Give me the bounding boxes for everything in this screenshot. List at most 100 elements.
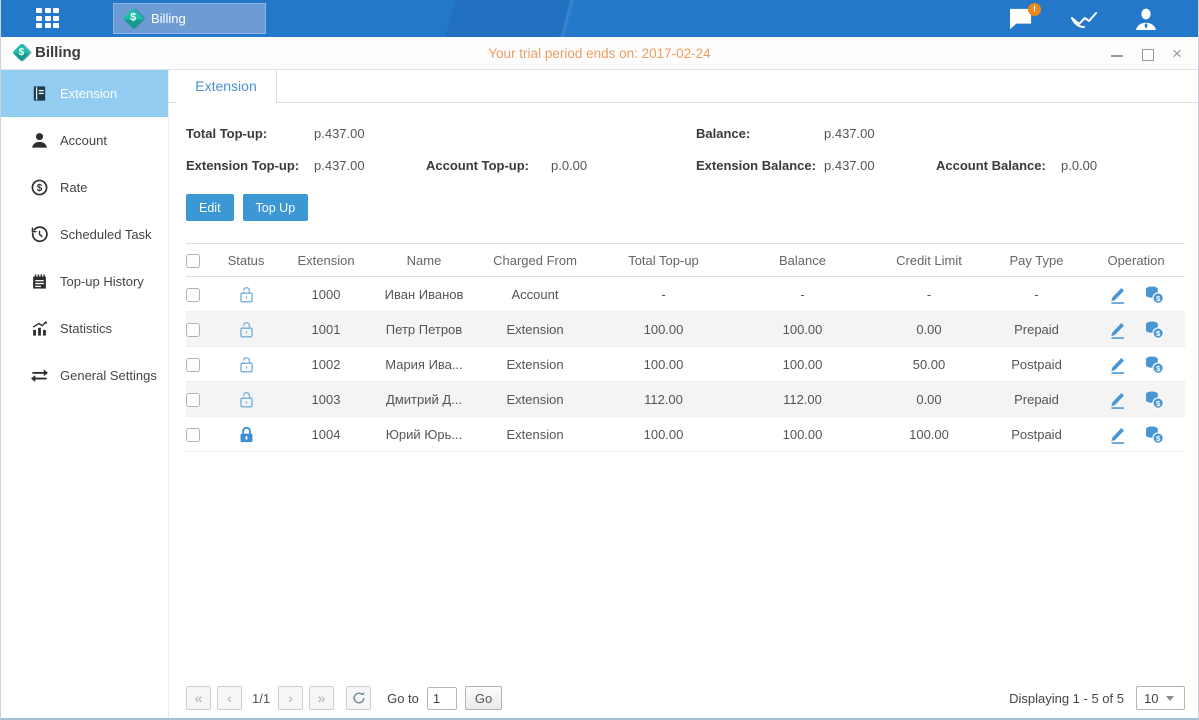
cell-name: Петр Петров [372, 312, 476, 347]
statistics-chart-icon[interactable] [1071, 8, 1097, 30]
extension-table: Status Extension Name Charged From Total… [186, 243, 1185, 452]
cell-pay-type: Postpaid [986, 347, 1087, 382]
top-up-row-icon[interactable]: $ [1145, 355, 1164, 374]
refresh-button[interactable] [346, 686, 371, 710]
messages-icon[interactable]: ! [1008, 8, 1034, 30]
status-lock-icon [212, 390, 280, 409]
table-header-row: Status Extension Name Charged From Total… [186, 244, 1185, 277]
col-credit-limit: Credit Limit [872, 244, 986, 277]
top-up-row-icon[interactable]: $ [1145, 320, 1164, 339]
cell-charged-from: Extension [476, 312, 594, 347]
billing-app-tab[interactable]: $ Billing [113, 3, 266, 34]
cell-extension: 1001 [280, 312, 372, 347]
cell-credit-limit: 50.00 [872, 347, 986, 382]
cell-credit-limit: 0.00 [872, 382, 986, 417]
col-extension: Extension [280, 244, 372, 277]
account-balance-value: p.0.00 [1061, 158, 1173, 173]
edit-row-icon[interactable] [1108, 390, 1127, 409]
edit-row-icon[interactable] [1108, 285, 1127, 304]
edit-row-icon[interactable] [1108, 355, 1127, 374]
prev-page-button[interactable]: ‹ [217, 686, 242, 710]
sidebar-item-account[interactable]: Account [1, 117, 168, 164]
top-up-row-icon[interactable]: $ [1145, 390, 1164, 409]
tab-extension[interactable]: Extension [176, 70, 277, 103]
top-up-row-icon[interactable]: $ [1145, 285, 1164, 304]
sidebar-item-label: Extension [60, 86, 117, 101]
table-row: 1002 Мария Ива... Extension 100.00 100.0… [186, 347, 1185, 382]
cell-balance: 100.00 [733, 347, 872, 382]
displaying-text: Displaying 1 - 5 of 5 [1009, 691, 1124, 706]
cell-credit-limit: 100.00 [872, 417, 986, 452]
svg-text:$: $ [1156, 398, 1161, 407]
top-up-button[interactable]: Top Up [243, 194, 309, 221]
extension-icon [31, 85, 48, 102]
main-content: Extension Total Top-up: p.437.00 Extensi… [169, 70, 1198, 718]
cell-credit-limit: - [872, 277, 986, 312]
cell-name: Дмитрий Д... [372, 382, 476, 417]
billing-app-tab-label: Billing [151, 11, 186, 26]
col-pay-type: Pay Type [986, 244, 1087, 277]
account-topup-value: p.0.00 [551, 158, 663, 173]
goto-page-input[interactable] [427, 687, 457, 710]
sidebar-item-statistics[interactable]: Statistics [1, 305, 168, 352]
go-button[interactable]: Go [465, 686, 502, 710]
sidebar-item-label: Rate [60, 180, 87, 195]
last-page-button[interactable]: » [309, 686, 334, 710]
svg-text:$: $ [1156, 433, 1161, 442]
sidebar-item-topup-history[interactable]: Top-up History [1, 258, 168, 305]
cell-total-topup: 100.00 [594, 347, 733, 382]
trial-notice: Your trial period ends on: 2017-02-24 [1, 46, 1198, 61]
sidebar-item-label: General Settings [60, 368, 157, 383]
cell-extension: 1003 [280, 382, 372, 417]
cell-balance: 100.00 [733, 312, 872, 347]
next-page-button[interactable]: › [278, 686, 303, 710]
cell-extension: 1002 [280, 347, 372, 382]
cell-total-topup: 100.00 [594, 417, 733, 452]
extension-topup-value: p.437.00 [314, 158, 426, 173]
row-checkbox[interactable] [186, 428, 200, 442]
edit-row-icon[interactable] [1108, 425, 1127, 444]
chevron-down-icon [1166, 696, 1174, 701]
sidebar-item-label: Account [60, 133, 107, 148]
edit-button[interactable]: Edit [186, 194, 234, 221]
sidebar-item-extension[interactable]: Extension [1, 70, 168, 117]
cell-total-topup: 100.00 [594, 312, 733, 347]
first-page-button[interactable]: « [186, 686, 211, 710]
row-checkbox[interactable] [186, 358, 200, 372]
close-icon[interactable]: × [1170, 47, 1184, 61]
cell-name: Мария Ива... [372, 347, 476, 382]
row-checkbox[interactable] [186, 393, 200, 407]
col-balance: Balance [733, 244, 872, 277]
edit-row-icon[interactable] [1108, 320, 1127, 339]
sidebar-item-rate[interactable]: $ Rate [1, 164, 168, 211]
minimize-icon[interactable] [1110, 47, 1124, 61]
top-app-bar: $ Billing ! [1, 0, 1198, 37]
sidebar-item-general-settings[interactable]: General Settings [1, 352, 168, 399]
extension-balance-label: Extension Balance: [696, 158, 824, 173]
svg-text:$: $ [1156, 328, 1161, 337]
cell-total-topup: - [594, 277, 733, 312]
status-lock-icon [212, 355, 280, 374]
svg-text:$: $ [1156, 293, 1161, 302]
goto-label: Go to [387, 691, 419, 706]
status-lock-icon [212, 425, 280, 444]
page-indicator: 1/1 [252, 691, 270, 706]
page-size-select[interactable]: 10 [1136, 686, 1185, 710]
sidebar-item-scheduled-task[interactable]: Scheduled Task [1, 211, 168, 258]
table-row: 1000 Иван Иванов Account - - - - [186, 277, 1185, 312]
row-checkbox[interactable] [186, 323, 200, 337]
maximize-icon[interactable] [1140, 47, 1154, 61]
sidebar-item-label: Statistics [60, 321, 112, 336]
top-up-row-icon[interactable]: $ [1145, 425, 1164, 444]
billing-dollar-icon: $ [123, 8, 144, 29]
notification-badge: ! [1028, 3, 1041, 16]
user-account-icon[interactable] [1134, 8, 1160, 30]
select-all-checkbox[interactable] [186, 254, 200, 268]
apps-grid-icon[interactable] [36, 8, 70, 29]
cell-pay-type: - [986, 277, 1087, 312]
account-icon [31, 132, 48, 149]
sidebar-item-label: Scheduled Task [60, 227, 152, 242]
row-checkbox[interactable] [186, 288, 200, 302]
cell-pay-type: Postpaid [986, 417, 1087, 452]
total-topup-label: Total Top-up: [186, 126, 314, 141]
